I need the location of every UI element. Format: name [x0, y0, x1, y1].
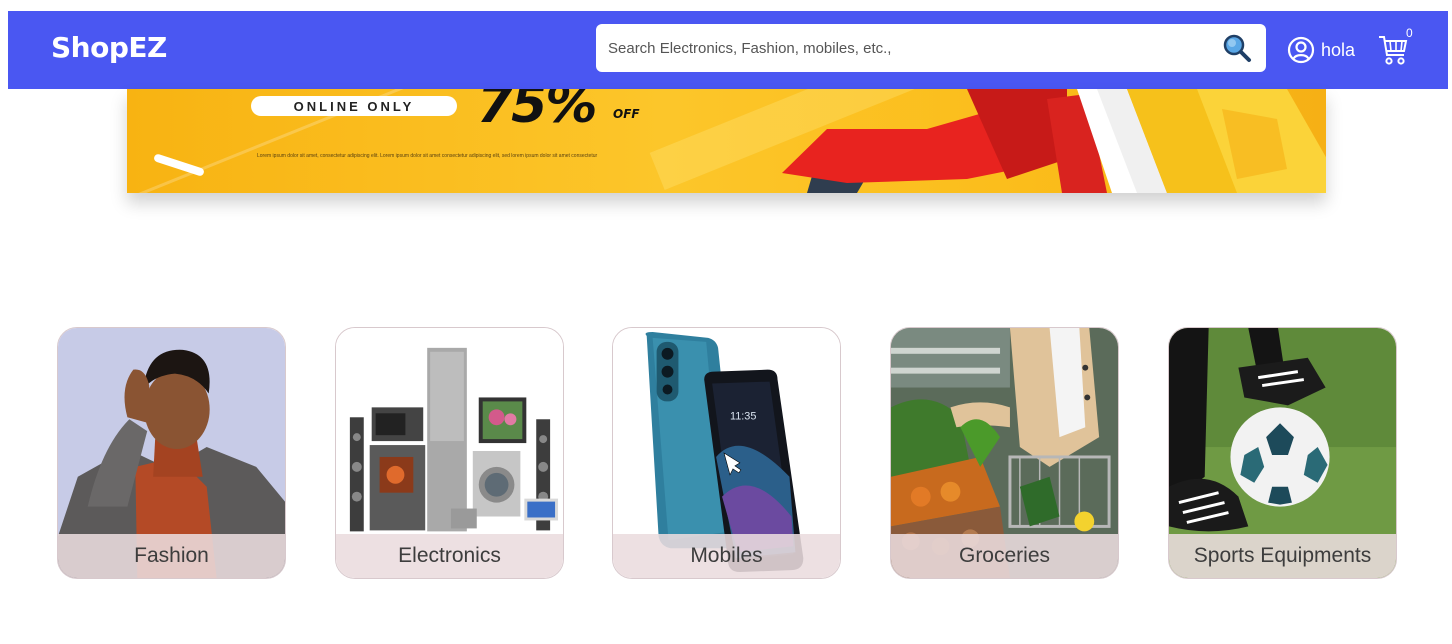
search-bar — [596, 24, 1266, 72]
user-menu[interactable]: hola — [1287, 35, 1355, 65]
search-button[interactable] — [1220, 32, 1254, 64]
navbar: ShopEZ hola 0 — [8, 11, 1448, 89]
shopping-bags-illustration — [782, 89, 1326, 193]
category-card-groceries[interactable]: Groceries — [890, 327, 1119, 579]
promo-banner[interactable]: ONLINE ONLY 75% OFF Lorem ipsum dolor si… — [127, 89, 1326, 193]
svg-text:11:35: 11:35 — [730, 410, 756, 422]
category-card-sports-equipments[interactable]: Sports Equipments — [1168, 327, 1397, 579]
category-label: Groceries — [891, 534, 1118, 578]
cart-icon — [1379, 36, 1408, 65]
banner-fine-print: Lorem ipsum dolor sit amet, consectetur … — [257, 153, 598, 159]
banner-dash — [153, 153, 205, 177]
search-input[interactable] — [596, 24, 1196, 72]
online-only-tag: ONLINE ONLY — [251, 96, 457, 116]
category-label: Mobiles — [613, 534, 840, 578]
category-card-fashion[interactable]: Fashion — [57, 327, 286, 579]
category-label: Sports Equipments — [1169, 534, 1396, 578]
user-circle-icon — [1287, 36, 1315, 64]
discount-off-text: OFF — [613, 107, 640, 121]
category-card-electronics[interactable]: Electronics — [335, 327, 564, 579]
category-label: Fashion — [58, 534, 285, 578]
discount-text: 75% — [477, 89, 597, 135]
brand-logo[interactable]: ShopEZ — [51, 31, 167, 64]
cart-button[interactable] — [1377, 33, 1409, 67]
category-label: Electronics — [336, 534, 563, 578]
cart-count-badge: 0 — [1406, 26, 1413, 40]
category-card-mobiles[interactable]: 11:35 Mobiles — [612, 327, 841, 579]
user-label: hola — [1321, 39, 1356, 60]
search-icon — [1223, 34, 1251, 62]
